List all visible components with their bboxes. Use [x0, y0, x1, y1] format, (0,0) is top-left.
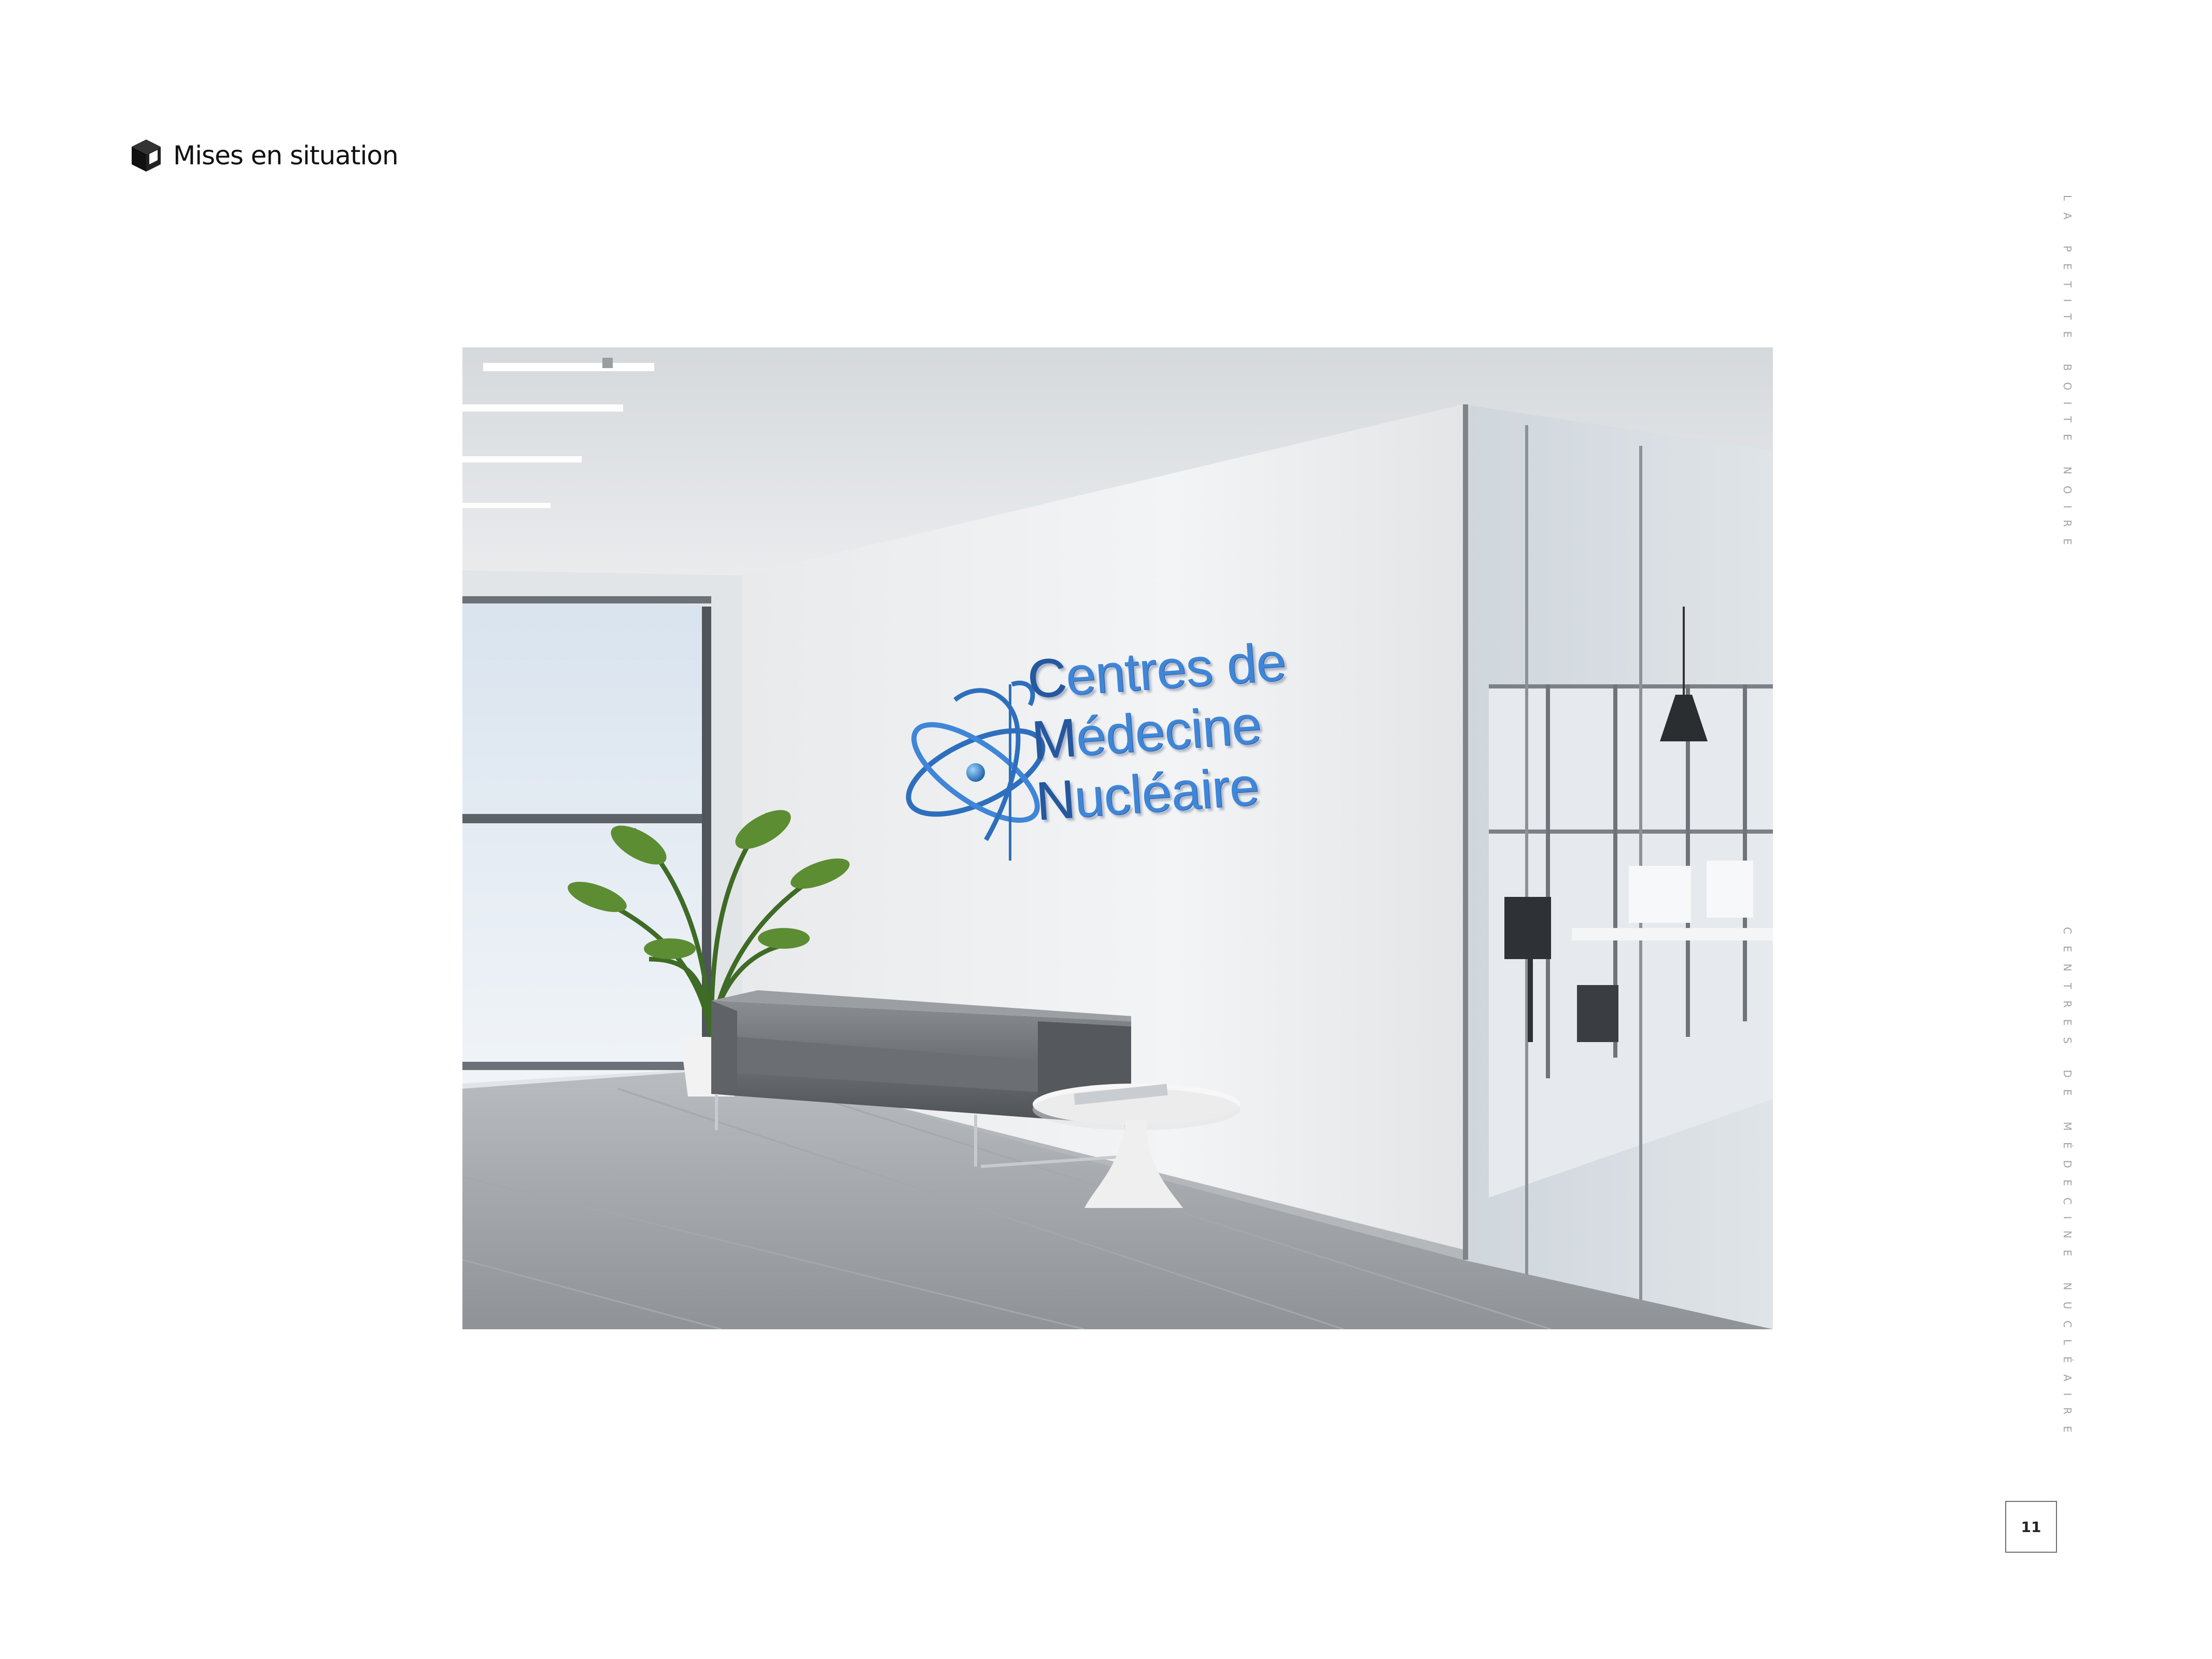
brand-vertical-text: LA PETITE BOITE NOIRE: [2061, 195, 2074, 557]
office-scene-illustration: [462, 347, 1773, 1329]
client-vertical-text: CENTRES DE MÉDECINE NUCLÉAIRE: [2061, 927, 2074, 1444]
cube-icon: [132, 139, 161, 172]
brand-vertical-label: LA PETITE BOITE NOIRE: [2057, 195, 2078, 556]
office-mockup-image: Centres de Médecine Nucléaire: [462, 347, 1773, 1329]
wall-sign-text: Centres de Médecine Nucléaire: [1025, 631, 1296, 832]
section-title: Mises en situation: [173, 140, 399, 171]
section-header: Mises en situation: [131, 136, 399, 175]
page-number: 11: [2005, 1501, 2057, 1553]
client-vertical-label: CENTRES DE MÉDECINE NUCLÉAIRE: [2057, 927, 2078, 1444]
